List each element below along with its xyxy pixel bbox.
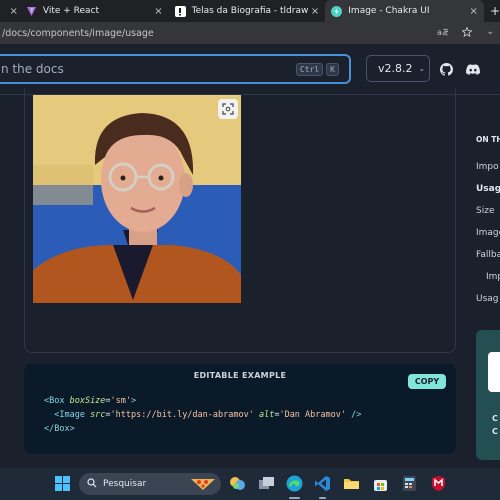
toc-item[interactable]: Usag: [476, 294, 499, 304]
tab-title: Vite + React: [42, 6, 100, 16]
vscode-icon[interactable]: [314, 475, 331, 492]
tab-close-icon[interactable]: ×: [9, 6, 17, 17]
svg-text:aあ: aあ: [437, 28, 448, 37]
toc-item[interactable]: Image: [476, 228, 500, 238]
header-icons: [440, 61, 480, 80]
code-token: >: [131, 396, 137, 406]
toc-item-active[interactable]: Usag: [476, 184, 500, 194]
toc-item[interactable]: Fallba: [476, 250, 500, 260]
sponsor-text-line: C: [492, 414, 498, 423]
new-tab-button[interactable]: +: [490, 4, 500, 18]
browser-menu-chevron-icon[interactable]: ⌄: [486, 27, 494, 40]
toc-subitem[interactable]: Imp: [486, 272, 500, 282]
sponsor-logo: [488, 352, 500, 392]
tab-unknown[interactable]: ×: [0, 0, 20, 22]
chakra-icon: [331, 5, 343, 17]
taskbar-search[interactable]: Pesquisar: [79, 473, 221, 495]
tab-close-icon[interactable]: ×: [311, 6, 319, 17]
page-content: n the docs Ctrl K v2.8.2 ⌄ EDITABLE EXAM…: [0, 44, 500, 468]
widgets-icon[interactable]: [229, 475, 246, 492]
docs-search-input[interactable]: n the docs Ctrl K: [0, 54, 351, 84]
copy-button[interactable]: COPY: [408, 374, 446, 389]
address-bar[interactable]: /docs/components/image/usage aあ ⌄: [0, 22, 500, 44]
translate-icon[interactable]: aあ: [437, 27, 450, 40]
table-of-contents: ON TH Impo Usag Size Image Fallba Imp Us…: [476, 135, 500, 355]
tab-title: Telas da Biografia - tldraw: [191, 6, 309, 16]
version-label: v2.8.2: [378, 62, 413, 75]
zoom-icon: [222, 100, 234, 119]
code-token: 'Dan Abramov': [279, 410, 346, 420]
tab-vite-react[interactable]: Vite + React ×: [20, 0, 169, 22]
example-image: [33, 95, 241, 303]
mcafee-icon[interactable]: [430, 475, 447, 492]
url-text[interactable]: /docs/components/image/usage: [2, 28, 154, 39]
code-token: <Image: [44, 410, 91, 420]
tab-close-icon[interactable]: ×: [154, 6, 162, 17]
discord-icon[interactable]: [466, 61, 480, 80]
windows-start-icon[interactable]: [54, 475, 71, 492]
star-icon[interactable]: [461, 25, 474, 40]
search-placeholder: n the docs: [1, 62, 64, 76]
pizza-icon: [189, 476, 217, 495]
version-select[interactable]: v2.8.2 ⌄: [366, 55, 430, 82]
code-token: 'sm': [110, 396, 132, 406]
toc-item[interactable]: Size: [476, 206, 494, 216]
code-token: 'https://bit.ly/dan-abramov': [110, 410, 254, 420]
tab-title: Image - Chakra UI: [348, 6, 430, 16]
editable-example-code-block[interactable]: EDITABLE EXAMPLE COPY <Box boxSize='sm'>…: [24, 364, 456, 454]
code-token: </Box>: [44, 424, 75, 434]
code-token: <Box: [44, 396, 70, 406]
code-token: alt: [253, 410, 275, 420]
toc-item[interactable]: Impo: [476, 162, 499, 172]
task-view-icon[interactable]: [258, 475, 275, 492]
zoom-image-button[interactable]: [218, 99, 238, 119]
store-icon[interactable]: [372, 475, 389, 492]
code-token: src: [90, 410, 106, 420]
kbd-k: K: [326, 63, 339, 76]
code-content[interactable]: <Box boxSize='sm'> <Image src='https://b…: [44, 394, 361, 436]
kbd-ctrl: Ctrl: [295, 63, 324, 76]
code-token: boxSize: [69, 396, 106, 406]
chevron-down-icon: ⌄: [418, 64, 426, 73]
tab-close-icon[interactable]: ×: [470, 6, 478, 17]
github-icon[interactable]: [440, 61, 453, 80]
code-token: />: [345, 410, 362, 420]
active-app-indicator: [289, 497, 300, 499]
calculator-icon[interactable]: [401, 475, 418, 492]
file-explorer-icon[interactable]: [343, 475, 360, 492]
toc-heading: ON TH: [476, 135, 500, 144]
vite-icon: [26, 6, 37, 17]
edge-icon[interactable]: [286, 475, 303, 492]
search-icon: [87, 477, 97, 491]
tab-tldraw[interactable]: Telas da Biografia - tldraw ×: [169, 0, 326, 22]
tab-chakra-image[interactable]: Image - Chakra UI ×: [325, 0, 484, 22]
code-block-title: EDITABLE EXAMPLE: [193, 371, 287, 380]
taskbar-search-label: Pesquisar: [103, 479, 147, 489]
windows-taskbar: Pesquisar: [0, 468, 500, 500]
search-shortcut: Ctrl K: [295, 63, 339, 76]
browser-tab-bar: × Vite + React × Telas da Biografia - tl…: [0, 0, 500, 22]
sponsor-card[interactable]: C C: [476, 330, 500, 460]
sponsor-text-line: C: [492, 427, 498, 436]
running-app-indicator: [319, 497, 326, 499]
sponsor-text: C C: [492, 412, 498, 438]
tldraw-icon: [174, 5, 186, 17]
